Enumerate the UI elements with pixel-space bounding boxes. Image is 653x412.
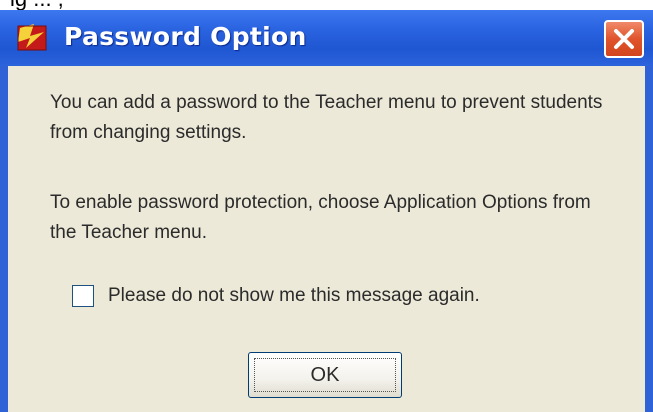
dont-show-again-label[interactable]: Please do not show me this message again… (108, 281, 480, 311)
close-icon (614, 29, 634, 49)
page-header-text: ig ... , (10, 0, 64, 10)
message-paragraph-1: You can add a password to the Teacher me… (50, 92, 603, 143)
dialog-body: You can add a password to the Teacher me… (8, 66, 645, 412)
window-title: Password Option (64, 22, 307, 51)
ok-button-label: OK (254, 358, 396, 392)
close-button[interactable] (604, 20, 644, 58)
title-bar[interactable]: Password Option (0, 10, 653, 66)
dialog-window: Password Option You can add a password t… (0, 10, 653, 412)
page-header-fragment: ig ... , (0, 0, 653, 10)
message-paragraph-2: To enable password protection, choose Ap… (50, 192, 591, 243)
dont-show-again-checkbox[interactable] (72, 285, 94, 307)
app-red-yellow-icon (17, 24, 47, 51)
ok-button[interactable]: OK (248, 352, 402, 398)
